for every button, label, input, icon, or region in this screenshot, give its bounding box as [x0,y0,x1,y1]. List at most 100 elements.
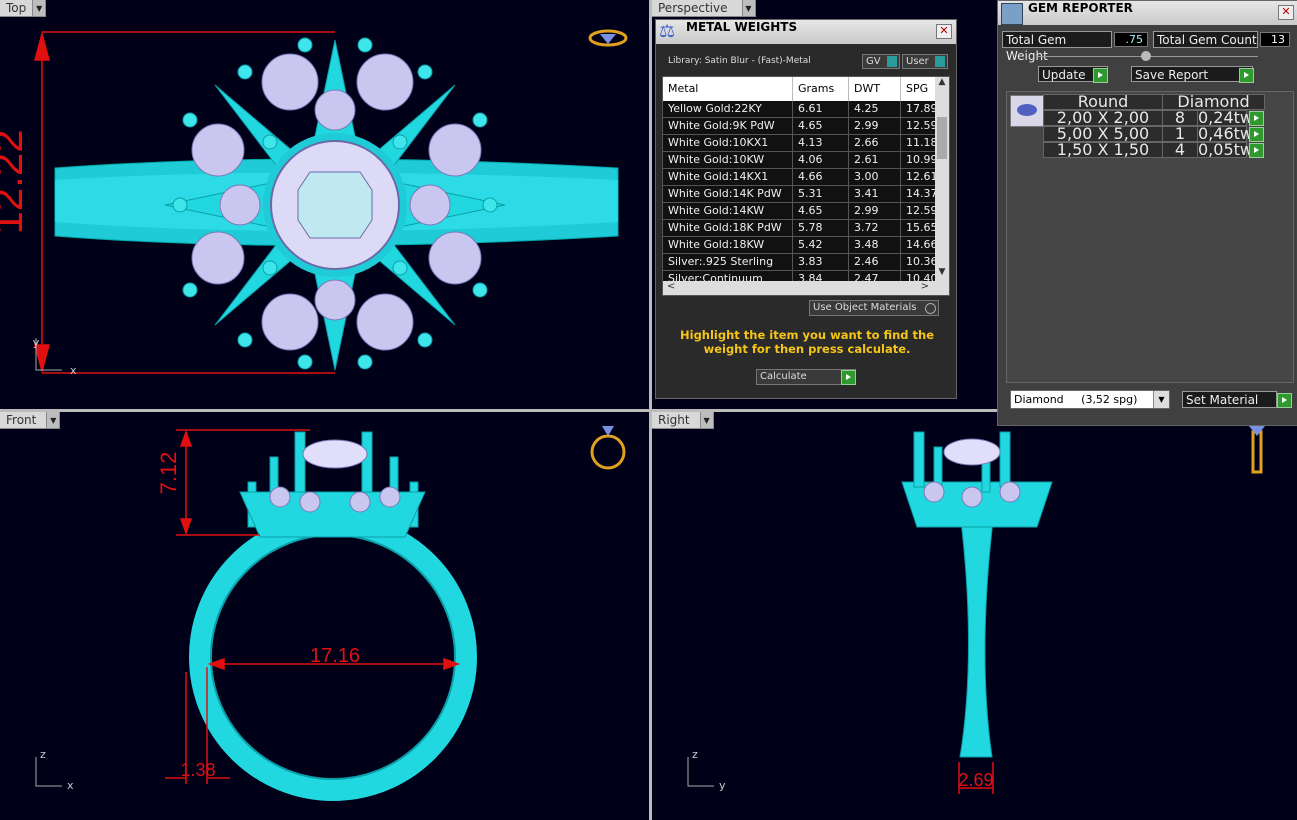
scroll-up-icon[interactable]: ▲ [935,77,949,91]
chevron-down-icon[interactable]: ▼ [1153,391,1169,408]
total-gem-count-label: Total Gem Count [1153,31,1258,48]
play-icon[interactable] [1239,68,1254,83]
table-row[interactable]: White Gold:18KW 5.42 3.48 14.66 [663,237,949,254]
grams-value: 4.06 [793,152,849,168]
viewport-front[interactable]: Front ▼ 7.12 17.16 1.38 z x [0,412,649,820]
ring-view-icon [588,29,628,47]
gv-toggle[interactable]: GV [862,54,900,69]
table-row[interactable]: White Gold:14KX1 4.66 3.00 12.61 [663,169,949,186]
save-report-button[interactable]: Save Report [1131,66,1253,82]
total-gem-weight-value: .75 [1114,32,1148,47]
table-row[interactable]: White Gold:14K PdW 5.31 3.41 14.37 [663,186,949,203]
scroll-thumb[interactable] [937,117,947,159]
material-select-value: Diamond (3,52 spg) [1014,393,1138,406]
metal-table[interactable]: Metal Grams DWT SPG Yellow Gold:22KY 6.61… [662,76,950,296]
play-icon[interactable] [1277,393,1292,408]
metal-name: White Gold:14KX1 [663,169,793,185]
use-object-materials-button[interactable]: Use Object Materials [809,300,939,316]
column-header[interactable]: DWT [849,77,901,101]
column-header[interactable]: Metal [663,77,793,101]
gem-shape-thumbnail[interactable] [1010,95,1044,127]
chevron-down-icon[interactable]: ▼ [699,412,713,428]
dwt-value: 3.48 [849,237,901,253]
axis-z-label: z [692,748,698,761]
close-icon[interactable]: ✕ [1278,5,1294,20]
gem-size: 1,50 X 1,50 [1043,142,1163,158]
dwt-value: 4.25 [849,101,901,117]
grams-value: 4.66 [793,169,849,185]
viewport-label: Front [6,413,37,427]
axis-x-label: x [67,779,74,792]
user-toggle-label: User [906,56,929,67]
table-row[interactable]: White Gold:10KX1 4.13 2.66 11.18 [663,135,949,152]
viewport-tab-top[interactable]: Top ▼ [0,0,47,17]
metal-name: White Gold:10KX1 [663,135,793,151]
horizontal-scrollbar[interactable]: < > [663,281,949,295]
update-label: Update [1042,68,1086,82]
viewport-top[interactable]: Top ▼ 12.22 y x [0,0,649,409]
user-toggle[interactable]: User [902,54,948,69]
viewport-tab-front[interactable]: Front ▼ [0,412,61,429]
dimension-label-width: 17.16 [310,645,360,667]
gem-report-icon [1001,3,1023,25]
top-view-drawing: 12.22 y x [0,29,628,377]
table-row[interactable]: White Gold:9K PdW 4.65 2.99 12.59 [663,118,949,135]
metal-name: White Gold:18KW [663,237,793,253]
scroll-right-icon[interactable]: > [921,281,929,292]
table-row[interactable]: Silver:.925 Sterling 3.83 2.46 10.36 [663,254,949,271]
panel-title-bar[interactable]: ⚖ METAL WEIGHTS ✕ [656,20,956,44]
grams-value: 4.65 [793,203,849,219]
table-row[interactable]: White Gold:18K PdW 5.78 3.72 15.65 [663,220,949,237]
metal-weights-panel: ⚖ METAL WEIGHTS ✕ Library: Satin Blur - … [655,19,957,399]
scroll-down-icon[interactable]: ▼ [935,267,949,281]
ring-view-icon [590,426,626,470]
grams-value: 4.13 [793,135,849,151]
chevron-down-icon[interactable]: ▼ [741,0,755,16]
scroll-left-icon[interactable]: < [667,281,675,292]
scale-icon: ⚖ [659,21,676,42]
panel-title-bar[interactable]: GEM REPORTER ✕ [998,1,1297,25]
viewport-tab-right[interactable]: Right ▼ [652,412,714,429]
chevron-down-icon[interactable]: ▼ [46,412,60,428]
dimension-label: 12.22 [0,129,31,234]
viewport-label: Top [6,1,27,15]
material-select[interactable]: Diamond (3,52 spg) ▼ [1010,390,1170,409]
viewport-label: Perspective [658,1,728,15]
axis-z-label: z [40,748,46,761]
play-icon[interactable] [1093,68,1108,83]
viewport-tab-perspective[interactable]: Perspective ▼ [652,0,756,17]
dwt-value: 2.99 [849,118,901,134]
gem-count: 4 [1162,142,1198,158]
front-view-drawing: 7.12 17.16 1.38 z x [35,426,626,801]
viewport-right[interactable]: Right ▼ 2.69 z y [652,412,1297,820]
axis-y-label: y [719,779,726,792]
save-report-label: Save Report [1135,68,1209,82]
chevron-down-icon[interactable]: ▼ [32,0,46,16]
grams-value: 4.65 [793,118,849,134]
grams-value: 5.42 [793,237,849,253]
table-header: Metal Grams DWT SPG [663,77,949,101]
collapse-icon[interactable] [1141,51,1151,61]
grams-value: 6.61 [793,101,849,117]
metal-name: White Gold:10KW [663,152,793,168]
grams-value: 5.31 [793,186,849,202]
table-row[interactable]: Yellow Gold:22KY 6.61 4.25 17.89 [663,101,949,118]
play-icon[interactable] [1249,143,1264,158]
column-header[interactable]: Grams [793,77,849,101]
gem-icon [1017,104,1037,116]
dwt-value: 2.61 [849,152,901,168]
radio-icon [925,303,936,314]
gem-reporter-panel: GEM REPORTER ✕ Total Gem Weight .75 Tota… [997,0,1297,426]
vertical-scrollbar[interactable]: ▲ ▼ [935,77,949,281]
gem-table: Round Diamond 2,00 X 2,00 8 0,24tw 5,00 … [1006,91,1294,383]
set-material-button[interactable]: Set Material [1182,391,1277,408]
table-row[interactable]: White Gold:14KW 4.65 2.99 12.59 [663,203,949,220]
close-icon[interactable]: ✕ [936,24,952,39]
dimension-label-width: 2.69 [958,770,993,790]
panel-title: METAL WEIGHTS [686,20,798,34]
play-icon[interactable] [841,370,856,385]
table-row[interactable]: White Gold:10KW 4.06 2.61 10.99 [663,152,949,169]
metal-name: Yellow Gold:22KY [663,101,793,117]
ring-view-icon [1249,426,1265,474]
metal-name: White Gold:18K PdW [663,220,793,236]
